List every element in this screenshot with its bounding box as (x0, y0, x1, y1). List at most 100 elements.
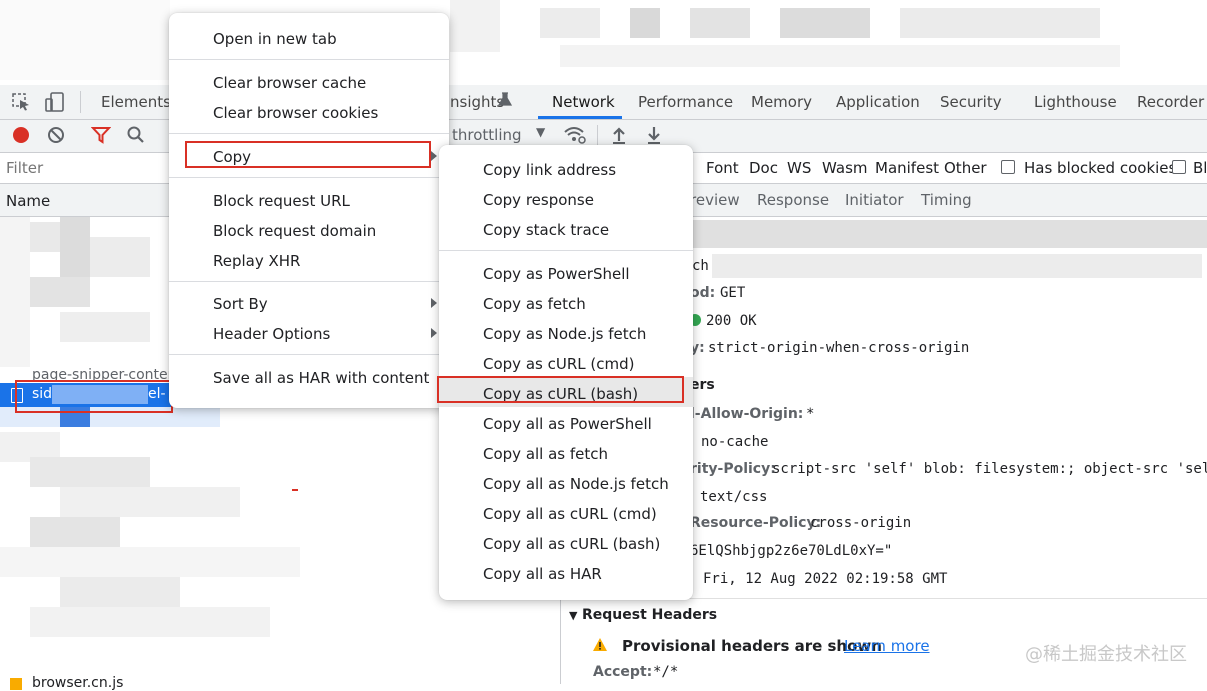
learn-more-link[interactable]: Learn more (844, 637, 930, 655)
warning-icon (593, 638, 607, 651)
blurred-content (690, 8, 750, 38)
tab-timing[interactable]: Timing (921, 191, 972, 209)
header-value: script-src 'self' blob: filesystem:; obj… (772, 461, 1207, 477)
tab-performance[interactable]: Performance (638, 93, 733, 111)
header-value: * (806, 406, 815, 422)
blurred-content (30, 517, 120, 547)
submenu-item-copy-all-as-powershell[interactable]: Copy all as PowerShell (483, 415, 652, 433)
menu-item-header-options[interactable]: Header Options (213, 325, 330, 343)
network-conditions-icon[interactable] (563, 125, 587, 145)
import-har-icon[interactable] (610, 125, 628, 145)
submenu-item-copy-all-as-har[interactable]: Copy all as HAR (483, 565, 602, 583)
expand-triangle-icon[interactable]: ▼ (569, 609, 577, 622)
submenu-item-copy-response[interactable]: Copy response (483, 191, 594, 209)
blurred-content (900, 8, 1100, 38)
blurred-content (450, 0, 500, 52)
submenu-item-copy-all-as-curl-cmd[interactable]: Copy all as cURL (cmd) (483, 505, 657, 523)
tab-memory[interactable]: Memory (751, 93, 812, 111)
menu-item-block-request-url[interactable]: Block request URL (213, 192, 350, 210)
search-icon[interactable] (126, 125, 146, 145)
submenu-arrow-icon (431, 298, 437, 308)
tab-preview[interactable]: review (690, 191, 740, 209)
menu-item-sort-by[interactable]: Sort By (213, 295, 268, 313)
tab-response[interactable]: Response (757, 191, 829, 209)
header-key: rity-Policy: (690, 461, 776, 477)
submenu-item-copy-link-address[interactable]: Copy link address (483, 161, 616, 179)
menu-item-open-in-new-tab[interactable]: Open in new tab (213, 30, 337, 48)
inspect-element-icon[interactable] (12, 93, 32, 111)
submenu-item-copy-all-as-curl-bash[interactable]: Copy all as cURL (bash) (483, 535, 660, 553)
filter-type-font[interactable]: Font (706, 159, 739, 177)
redacted-url (712, 254, 1202, 278)
request-url-key: ch (692, 258, 709, 274)
blurred-content (90, 237, 150, 277)
tab-application[interactable]: Application (836, 93, 920, 111)
device-toolbar-icon[interactable] (44, 91, 66, 113)
filter-type-wasm[interactable]: Wasm (822, 159, 868, 177)
blurred-content (0, 217, 30, 367)
header-key: l-Allow-Origin: (690, 406, 804, 422)
request-row-name[interactable]: browser.cn.js (32, 675, 123, 691)
annotation-box-copy (185, 141, 431, 168)
tab-initiator[interactable]: Initiator (845, 191, 904, 209)
filter-type-manifest[interactable]: Manifest (875, 159, 939, 177)
header-key: Resource-Policy: (690, 515, 822, 531)
menu-separator (169, 281, 449, 282)
blurred-content (30, 222, 60, 252)
request-context-menu: Open in new tab Clear browser cache Clea… (169, 13, 449, 408)
record-icon[interactable] (12, 126, 30, 144)
throttling-select[interactable]: throttling (452, 126, 522, 144)
filter-type-doc[interactable]: Doc (749, 159, 778, 177)
tab-lighthouse[interactable]: Lighthouse (1034, 93, 1117, 111)
script-file-icon (10, 678, 22, 690)
blurred-content (780, 8, 870, 38)
blocked-requests-label: Bl (1193, 159, 1207, 177)
blurred-content (60, 487, 240, 517)
clear-icon[interactable] (47, 126, 65, 144)
blurred-content (30, 457, 150, 487)
filter-type-other[interactable]: Other (944, 159, 987, 177)
submenu-item-copy-as-fetch[interactable]: Copy as fetch (483, 295, 586, 313)
menu-item-clear-browser-cookies[interactable]: Clear browser cookies (213, 104, 378, 122)
filter-type-ws[interactable]: WS (787, 159, 811, 177)
menu-item-save-all-as-har[interactable]: Save all as HAR with content (213, 369, 429, 387)
submenu-item-copy-as-curl-cmd[interactable]: Copy as cURL (cmd) (483, 355, 634, 373)
has-blocked-cookies-checkbox[interactable] (1001, 160, 1015, 174)
experiment-flask-icon (498, 92, 512, 106)
tab-performance-insights[interactable]: nsights (450, 93, 504, 111)
divider (597, 125, 598, 147)
blurred-content (0, 0, 170, 80)
tab-network[interactable]: Network (552, 93, 615, 111)
has-blocked-cookies-label: Has blocked cookies (1024, 159, 1177, 177)
response-headers-title[interactable]: ers (690, 377, 715, 393)
submenu-item-copy-all-as-nodejs-fetch[interactable]: Copy all as Node.js fetch (483, 475, 669, 493)
menu-separator (169, 177, 449, 178)
blurred-content (540, 8, 600, 38)
blurred-content (630, 8, 660, 38)
menu-item-block-request-domain[interactable]: Block request domain (213, 222, 376, 240)
name-header-label: Name (6, 192, 51, 210)
blocked-requests-checkbox[interactable] (1172, 160, 1186, 174)
tab-recorder[interactable]: Recorder (1137, 93, 1204, 111)
header-value: 6ElQShbjgp2z6e70LdL0xY=" (690, 543, 893, 559)
request-headers-title[interactable]: Request Headers (582, 607, 717, 623)
active-tab-indicator (538, 116, 622, 119)
export-har-icon[interactable] (645, 125, 663, 145)
blurred-content (560, 45, 1120, 67)
tab-security[interactable]: Security (940, 93, 1002, 111)
blurred-content (60, 577, 180, 607)
tab-elements[interactable]: Elements (101, 93, 171, 111)
submenu-item-copy-stack-trace[interactable]: Copy stack trace (483, 221, 609, 239)
menu-item-clear-browser-cache[interactable]: Clear browser cache (213, 74, 366, 92)
filter-icon[interactable] (91, 126, 111, 144)
submenu-item-copy-as-nodejs-fetch[interactable]: Copy as Node.js fetch (483, 325, 646, 343)
annotation-box-copy-as-curl-bash (437, 376, 684, 403)
chevron-down-icon[interactable]: ▼ (536, 125, 545, 139)
submenu-item-copy-all-as-fetch[interactable]: Copy all as fetch (483, 445, 608, 463)
menu-item-replay-xhr[interactable]: Replay XHR (213, 252, 300, 270)
submenu-item-copy-as-powershell[interactable]: Copy as PowerShell (483, 265, 630, 283)
menu-separator (169, 59, 449, 60)
blurred-content (0, 547, 300, 577)
filter-input[interactable] (4, 156, 158, 180)
name-column-header[interactable]: Name (0, 184, 171, 217)
